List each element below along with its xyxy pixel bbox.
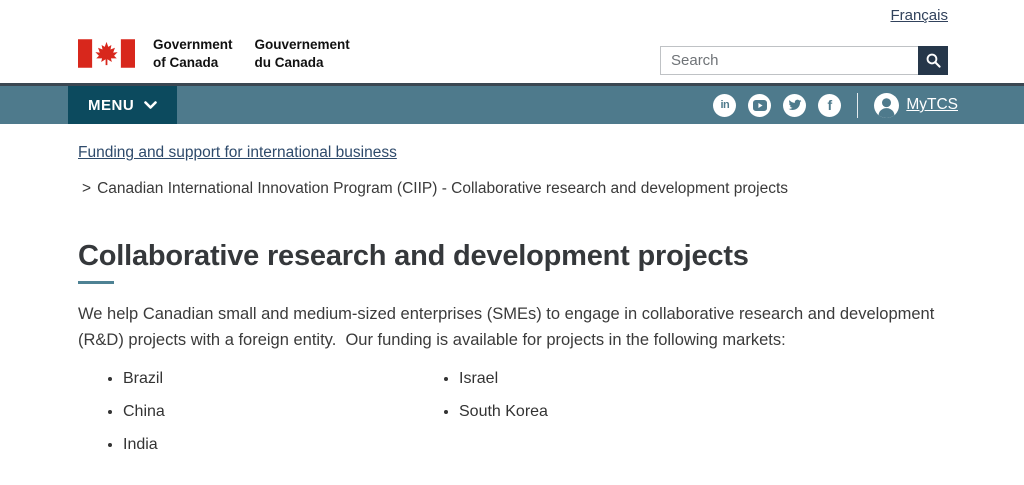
menu-button-label: MENU (88, 96, 135, 114)
language-toggle-row: Français (890, 7, 948, 25)
twitter-icon[interactable] (783, 93, 807, 117)
wordmark-french: Gouvernement du Canada (255, 36, 350, 71)
breadcrumb-current: > Canadian International Innovation Progr… (78, 180, 960, 198)
youtube-icon[interactable] (748, 93, 772, 117)
wordmark-en-line1: Government (153, 37, 233, 52)
menubar-divider (857, 92, 859, 118)
breadcrumb-current-label: Canadian International Innovation Progra… (97, 180, 789, 197)
site-search (660, 46, 948, 75)
search-button[interactable] (918, 46, 948, 75)
menu-button[interactable]: MENU (68, 86, 178, 124)
breadcrumb-link-funding[interactable]: Funding and support for international bu… (78, 144, 397, 162)
search-icon (926, 53, 941, 68)
youtube-glyph (752, 99, 767, 111)
government-wordmark: Government of Canada Gouvernement du Can… (153, 36, 350, 71)
page-title: Collaborative research and development p… (78, 240, 749, 272)
title-underline (78, 281, 114, 284)
language-link-francais[interactable]: Français (890, 7, 948, 24)
facebook-icon[interactable]: f (818, 93, 842, 117)
main-menu-bar: MENU in f MyTCS (0, 83, 1024, 124)
user-account-icon (874, 92, 900, 118)
mytcs-link[interactable]: MyTCS (906, 96, 958, 114)
breadcrumb-separator: > (82, 180, 92, 197)
list-item: Brazil (123, 369, 414, 388)
wordmark-english: Government of Canada (153, 36, 233, 71)
mytcs-account[interactable]: MyTCS (874, 92, 958, 118)
main-content: Funding and support for international bu… (78, 144, 960, 468)
twitter-glyph (788, 99, 802, 111)
breadcrumb: Funding and support for international bu… (78, 144, 960, 198)
menubar-right-group: in f MyTCS (713, 86, 958, 124)
search-input[interactable] (660, 46, 918, 75)
chevron-down-icon (144, 100, 157, 109)
wordmark-fr-line1: Gouvernement (254, 37, 350, 52)
list-item: South Korea (459, 402, 548, 421)
markets-lists: Brazil China India Israel South Korea (78, 369, 960, 469)
linkedin-glyph: in (720, 99, 730, 111)
wordmark-en-line2: of Canada (153, 54, 219, 70)
page: Français Government of Canada Gouverneme… (0, 0, 1024, 485)
markets-list-column2: Israel South Korea (414, 369, 548, 469)
canada-flag-icon (78, 39, 135, 68)
wordmark-fr-line2: du Canada (254, 54, 324, 70)
list-item: Israel (459, 369, 548, 388)
list-item: India (123, 435, 414, 454)
list-item: China (123, 402, 414, 421)
facebook-glyph: f (827, 97, 833, 113)
intro-paragraph: We help Canadian small and medium-sized … (78, 305, 939, 350)
markets-list-column1: Brazil China India (78, 369, 414, 469)
linkedin-icon[interactable]: in (713, 93, 737, 117)
government-of-canada-signature[interactable]: Government of Canada Gouvernement du Can… (78, 36, 350, 71)
